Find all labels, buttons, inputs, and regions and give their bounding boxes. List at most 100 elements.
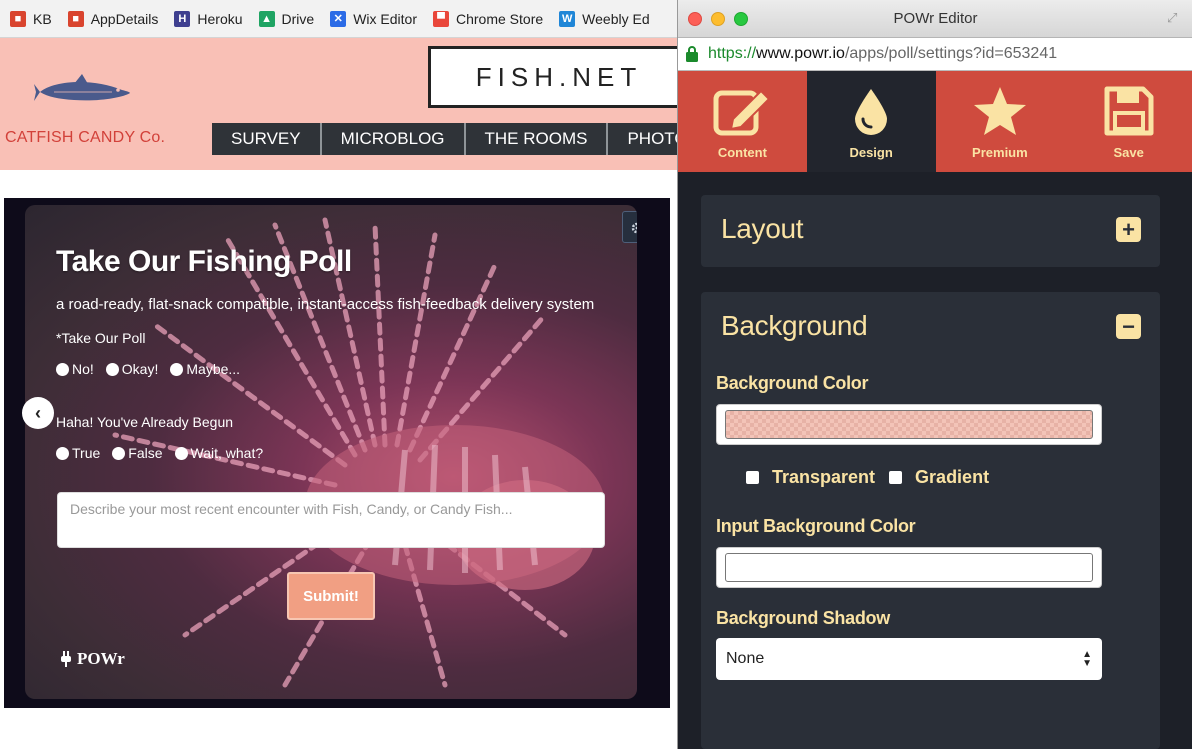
url-host: www.powr.io: [756, 45, 845, 62]
radio-label: No!: [72, 361, 94, 377]
select-arrows-icon: ▲ ▼: [1082, 649, 1092, 669]
question-1-options: No! Okay! Maybe...: [56, 361, 240, 377]
bookmark-label: Weebly Ed: [582, 10, 650, 27]
editor-panel: Layout + Background − Background Color T…: [678, 172, 1192, 749]
site-nav: SURVEY MICROBLOG THE ROOMS PHOTO: [212, 123, 680, 155]
bookmark-favicon-icon: ■: [10, 10, 26, 27]
transparent-checkbox[interactable]: [746, 471, 759, 484]
window-titlebar: POWr Editor ⤢: [678, 0, 1192, 38]
site-title[interactable]: FISH.NET: [428, 46, 680, 108]
radio-dot-icon: [170, 362, 184, 376]
radio-option[interactable]: Maybe...: [170, 361, 240, 377]
bg-color-label: Background Color: [716, 373, 869, 393]
radio-dot-icon: [174, 446, 188, 460]
bookmark-favicon-icon: ▀: [433, 10, 449, 27]
radio-dot-icon: [56, 446, 69, 460]
radio-option[interactable]: True: [56, 445, 100, 461]
gears-icon: [631, 222, 637, 234]
layout-section-title: Layout: [721, 213, 804, 244]
bookmark-item[interactable]: ▲ Drive: [253, 0, 325, 38]
tab-premium[interactable]: Premium: [935, 71, 1065, 172]
radio-option[interactable]: No!: [56, 361, 94, 377]
input-bg-color-swatch: [725, 553, 1093, 582]
radio-dot-icon: [105, 362, 119, 376]
bookmark-item[interactable]: H Heroku: [168, 0, 252, 38]
address-bar[interactable]: https://www.powr.io/apps/poll/settings?i…: [678, 38, 1192, 71]
nav-item-photo[interactable]: PHOTO: [608, 123, 680, 155]
bookmark-item[interactable]: ▀ Chrome Store: [427, 0, 553, 38]
nav-item-microblog[interactable]: MICROBLOG: [321, 123, 466, 155]
radio-dot-icon: [56, 362, 69, 376]
bookmark-item[interactable]: W Weebly Ed: [553, 0, 659, 38]
poll-card: Take Our Fishing Poll a road-ready, flat…: [25, 205, 637, 699]
input-bg-color-picker[interactable]: [716, 547, 1102, 588]
encounter-textarea[interactable]: Describe your most recent encounter with…: [57, 492, 605, 548]
tab-label: Save: [1113, 145, 1144, 160]
nav-item-survey[interactable]: SURVEY: [212, 123, 322, 155]
collapse-minus-icon[interactable]: −: [1116, 314, 1141, 339]
powr-logo-text: POWr: [77, 649, 125, 668]
powr-editor-window: POWr Editor ⤢ https://www.powr.io/apps/p…: [677, 0, 1192, 749]
bg-shadow-value: None: [726, 650, 765, 667]
bookmark-label: KB: [33, 10, 52, 27]
prev-arrow-button[interactable]: ‹: [22, 397, 54, 429]
bookmark-favicon-icon: ✕: [330, 10, 347, 27]
poll-form: Take Our Fishing Poll a road-ready, flat…: [25, 205, 637, 699]
window-title: POWr Editor: [893, 10, 978, 27]
bg-shadow-label: Background Shadow: [716, 608, 890, 628]
poll-subtitle: a road-ready, flat-snack compatible, ins…: [56, 296, 595, 313]
radio-label: False: [128, 445, 163, 461]
bookmark-label: Heroku: [197, 10, 243, 27]
url-path: /apps/poll/settings?id=653241: [844, 45, 1058, 62]
bg-color-picker[interactable]: [716, 404, 1102, 445]
lock-icon: [686, 46, 698, 62]
bookmark-label: Chrome Store: [456, 10, 544, 27]
expand-plus-icon[interactable]: +: [1116, 217, 1141, 242]
bookmark-label: Drive: [281, 10, 315, 27]
bookmark-item[interactable]: ■ KB: [4, 0, 62, 38]
poll-stage: Take Our Fishing Poll a road-ready, flat…: [4, 198, 670, 708]
tab-label: Design: [849, 145, 893, 160]
radio-option[interactable]: False: [112, 445, 163, 461]
bookmark-favicon-icon: ■: [67, 10, 84, 27]
brand-name[interactable]: CATFISH CANDY Co.: [5, 129, 165, 147]
radio-label: True: [72, 445, 101, 461]
gradient-checkbox[interactable]: [889, 471, 903, 484]
radio-label: Okay!: [121, 361, 159, 377]
transparent-label: Transparent: [772, 467, 876, 487]
radio-label: Wait, what?: [190, 445, 264, 461]
bg-color-swatch: [725, 410, 1093, 439]
tab-label: Content: [717, 145, 767, 160]
question-2-options: True False Wait, what?: [56, 445, 263, 461]
tab-label: Premium: [972, 145, 1028, 160]
radio-dot-icon: [112, 446, 126, 460]
editor-tabs: Content Design Premium Save: [678, 71, 1192, 172]
bookmark-favicon-icon: ▲: [258, 10, 275, 27]
background-section-title[interactable]: Background: [721, 310, 868, 342]
tab-content[interactable]: Content: [678, 71, 807, 172]
tab-design[interactable]: Design: [806, 71, 936, 172]
powr-logo[interactable]: POWr: [61, 649, 125, 669]
radio-option[interactable]: Wait, what?: [174, 445, 264, 461]
bookmark-label: AppDetails: [90, 10, 159, 27]
settings-gear-button[interactable]: [622, 211, 637, 243]
radio-option[interactable]: Okay!: [105, 361, 159, 377]
bookmark-item[interactable]: ■ AppDetails: [62, 0, 169, 38]
tab-save[interactable]: Save: [1064, 71, 1192, 172]
save-icon: [1104, 86, 1154, 136]
chevron-left-icon: ‹: [35, 402, 41, 423]
submit-button[interactable]: Submit!: [287, 572, 375, 620]
site-header: CATFISH CANDY Co. FISH.NET SURVEY MICROB…: [0, 38, 680, 170]
input-bg-color-label: Input Background Color: [716, 516, 916, 536]
screen: ■ KB ■ AppDetails H Heroku ▲ Drive ✕ Wix Editor ▀ C…: [0, 0, 1192, 749]
drop-icon: [855, 89, 888, 135]
question-1-label: *Take Our Poll: [56, 330, 146, 346]
bg-shadow-select[interactable]: None ▲ ▼: [716, 638, 1102, 680]
bookmark-item[interactable]: ✕ Wix Editor: [324, 0, 427, 38]
website-preview: CATFISH CANDY Co. FISH.NET SURVEY MICROB…: [0, 38, 680, 749]
edit-icon: [713, 89, 771, 136]
layout-section[interactable]: Layout +: [701, 195, 1160, 267]
question-2-label: Haha! You've Already Begun: [56, 414, 234, 430]
nav-item-the-rooms[interactable]: THE ROOMS: [465, 123, 609, 155]
fullscreen-icon[interactable]: ⤢: [1167, 10, 1183, 26]
